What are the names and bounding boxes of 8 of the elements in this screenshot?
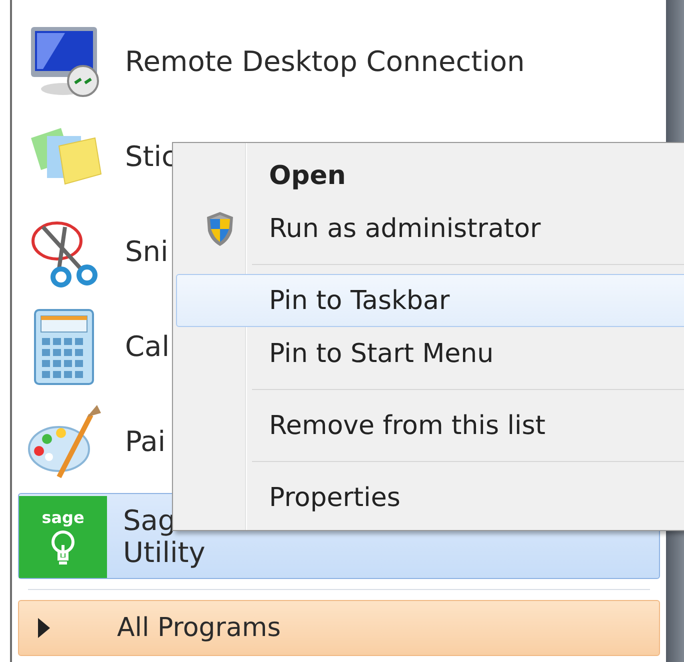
program-name: Stic [125, 141, 177, 174]
program-name: Cal [125, 331, 170, 364]
app-logo-icon: sage [19, 496, 107, 578]
program-name: Remote Desktop Connection [125, 46, 525, 79]
program-name: Sag [123, 504, 177, 537]
program-name: Pai [125, 426, 166, 459]
program-name: Sni [125, 236, 168, 269]
program-name: Utility [123, 537, 206, 570]
